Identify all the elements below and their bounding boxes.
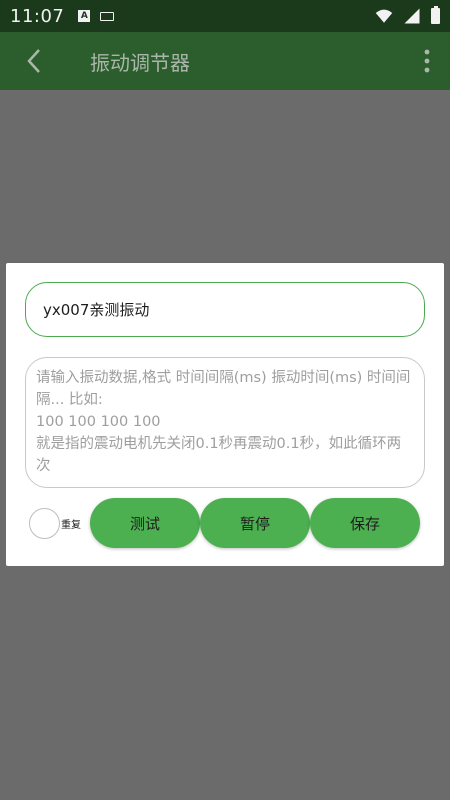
save-button[interactable]: 保存: [310, 498, 420, 548]
app-toolbar: 振动调节器: [0, 32, 450, 90]
page-title: 振动调节器: [90, 50, 190, 75]
status-icons-left: A: [78, 10, 115, 22]
chevron-left-icon: [27, 49, 40, 73]
test-button[interactable]: 测试: [90, 498, 200, 548]
more-options-button[interactable]: [404, 32, 450, 90]
screen: 11:07 A 振动调节器 yx007亲测振动 请输入振动数据,格式 时间间隔(…: [0, 0, 450, 800]
wifi-icon: [375, 9, 393, 23]
battery-charging-icon: [431, 6, 440, 24]
vibration-data-input[interactable]: 请输入振动数据,格式 时间间隔(ms) 振动时间(ms) 时间间隔... 比如:…: [25, 357, 425, 488]
pattern-name-input[interactable]: yx007亲测振动: [25, 282, 425, 337]
more-vert-icon: [424, 49, 430, 73]
status-bar: 11:07 A: [0, 0, 450, 32]
status-icons-right: [375, 6, 440, 25]
status-time: 11:07: [10, 5, 65, 27]
keyboard-icon: [100, 11, 115, 21]
repeat-option[interactable]: 重复: [29, 508, 81, 539]
a-notification-icon: A: [78, 10, 91, 22]
vibration-dialog: yx007亲测振动 请输入振动数据,格式 时间间隔(ms) 振动时间(ms) 时…: [6, 263, 444, 566]
back-button[interactable]: [0, 32, 68, 90]
signal-icon: [404, 8, 420, 24]
repeat-radio[interactable]: [29, 508, 60, 539]
pause-button[interactable]: 暂停: [200, 498, 310, 548]
repeat-label: 重复: [61, 520, 81, 531]
